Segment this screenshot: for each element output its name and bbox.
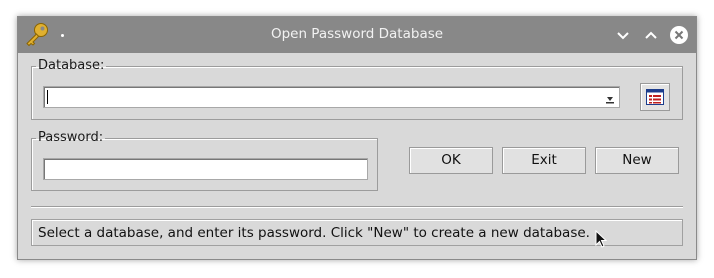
- password-field[interactable]: [43, 158, 368, 180]
- database-combobox[interactable]: [43, 86, 620, 108]
- dropdown-arrow-icon[interactable]: [603, 90, 617, 104]
- open-password-database-dialog: Open Password Database Database: Passwor…: [17, 16, 697, 260]
- mouse-pointer-icon: [595, 229, 608, 250]
- browse-database-button[interactable]: [640, 83, 670, 111]
- ok-button[interactable]: OK: [409, 147, 493, 174]
- new-button[interactable]: New: [595, 147, 679, 174]
- maximize-icon[interactable]: [641, 25, 661, 45]
- database-label: Database:: [38, 58, 105, 73]
- password-label: Password:: [38, 130, 104, 145]
- separator: [31, 206, 683, 208]
- status-bar: Select a database, and enter its passwor…: [31, 219, 683, 246]
- minimize-icon[interactable]: [613, 25, 633, 45]
- exit-button[interactable]: Exit: [502, 147, 586, 174]
- status-text: Select a database, and enter its passwor…: [38, 225, 590, 241]
- close-icon[interactable]: [669, 25, 689, 45]
- text-caret: [47, 90, 48, 104]
- file-browse-icon: [646, 89, 664, 105]
- window-title: Open Password Database: [270, 26, 444, 42]
- title-bar[interactable]: Open Password Database: [18, 17, 696, 53]
